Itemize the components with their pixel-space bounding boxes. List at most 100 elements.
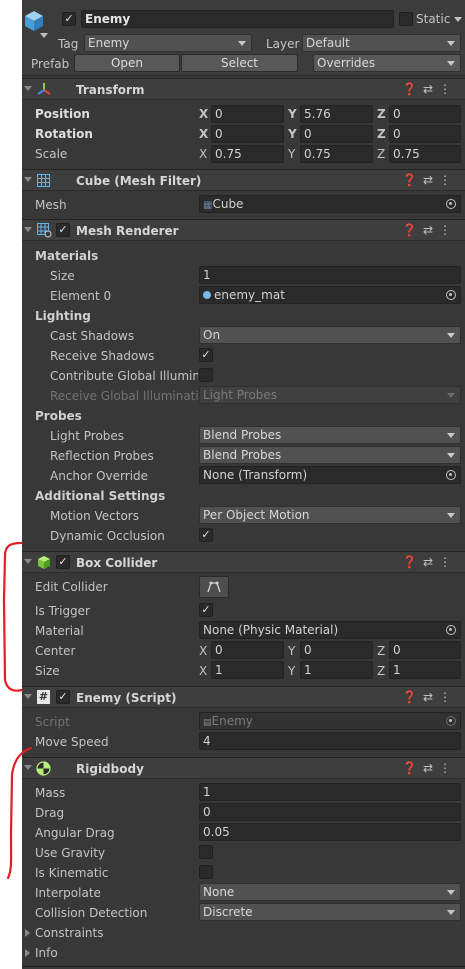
scale-z-input[interactable]: 0.75: [389, 145, 461, 163]
context-menu-icon[interactable]: ⋮: [439, 173, 457, 187]
collision-detection-dropdown[interactable]: Discrete: [199, 903, 461, 921]
center-z-input[interactable]: 0: [389, 641, 461, 659]
component-tools[interactable]: ❓⇄⋮: [402, 82, 457, 96]
mesh-field[interactable]: ▦Cube: [199, 195, 461, 213]
position-label[interactable]: Position: [35, 106, 90, 122]
box-collider-enabled-checkbox[interactable]: ✓: [56, 555, 70, 569]
component-tools[interactable]: ❓⇄⋮: [402, 555, 457, 569]
context-menu-icon[interactable]: ⋮: [439, 223, 457, 237]
position-x-input[interactable]: 0: [211, 105, 284, 123]
scale-x-input[interactable]: 0.75: [211, 145, 284, 163]
enemy-script-header[interactable]: # ✓ Enemy (Script) ❓⇄⋮: [22, 686, 465, 708]
element0-field[interactable]: enemy_mat: [199, 286, 461, 304]
presets-icon[interactable]: ⇄: [423, 761, 439, 775]
context-menu-icon[interactable]: ⋮: [439, 690, 457, 704]
receive-shadows-checkbox[interactable]: ✓: [199, 348, 213, 362]
presets-icon[interactable]: ⇄: [423, 82, 439, 96]
probes-foldout[interactable]: Probes: [35, 408, 82, 424]
angular-drag-input[interactable]: 0.05: [199, 823, 461, 841]
object-name-input[interactable]: Enemy: [81, 10, 394, 28]
constraints-foldout[interactable]: Constraints: [35, 925, 103, 941]
component-tools[interactable]: ❓⇄⋮: [402, 223, 457, 237]
scale-x-label[interactable]: X: [199, 146, 207, 162]
materials-size-input[interactable]: 1: [199, 266, 461, 284]
materials-foldout[interactable]: Materials: [35, 248, 98, 264]
scale-y-label[interactable]: Y: [288, 146, 295, 162]
edit-collider-button[interactable]: [199, 576, 229, 598]
enemy-script-enabled-checkbox[interactable]: ✓: [56, 690, 70, 704]
transform-header[interactable]: Transform ❓⇄⋮: [22, 78, 465, 100]
prefab-overrides-dropdown[interactable]: Overrides: [313, 54, 461, 72]
help-icon[interactable]: ❓: [402, 690, 423, 704]
size-y-input[interactable]: 1: [300, 661, 373, 679]
rotation-y-label[interactable]: Y: [288, 126, 297, 142]
component-tools[interactable]: ❓⇄⋮: [402, 173, 457, 187]
size-y-axis[interactable]: Y: [288, 663, 295, 679]
size-x-input[interactable]: 1: [211, 661, 284, 679]
context-menu-icon[interactable]: ⋮: [439, 82, 457, 96]
presets-icon[interactable]: ⇄: [423, 223, 439, 237]
cast-shadows-dropdown[interactable]: On: [199, 326, 461, 344]
contribute-gi-checkbox[interactable]: [199, 368, 213, 382]
rotation-label[interactable]: Rotation: [35, 126, 93, 142]
component-tools[interactable]: ❓⇄⋮: [402, 690, 457, 704]
object-picker-icon[interactable]: [446, 290, 456, 300]
rotation-z-label[interactable]: Z: [377, 126, 386, 142]
rotation-x-label[interactable]: X: [199, 126, 208, 142]
icon-dropdown-arrow-icon[interactable]: [40, 33, 48, 38]
rotation-z-input[interactable]: 0: [389, 125, 461, 143]
center-y-axis[interactable]: Y: [288, 643, 295, 659]
size-z-input[interactable]: 1: [389, 661, 461, 679]
center-y-input[interactable]: 0: [300, 641, 373, 659]
light-probes-dropdown[interactable]: Blend Probes: [199, 426, 461, 444]
object-picker-icon[interactable]: [446, 199, 456, 209]
presets-icon[interactable]: ⇄: [423, 173, 439, 187]
prefab-select-button[interactable]: Select: [181, 54, 298, 72]
mass-input[interactable]: 1: [199, 783, 461, 801]
motion-vectors-dropdown[interactable]: Per Object Motion: [199, 506, 461, 524]
tag-dropdown[interactable]: Enemy: [84, 34, 252, 52]
reflection-probes-dropdown[interactable]: Blend Probes: [199, 446, 461, 464]
static-label[interactable]: Static: [416, 11, 450, 27]
mesh-filter-header[interactable]: Cube (Mesh Filter) ❓⇄⋮: [22, 169, 465, 191]
static-checkbox[interactable]: [399, 12, 413, 26]
active-checkbox[interactable]: ✓: [62, 12, 76, 26]
dynamic-occlusion-checkbox[interactable]: ✓: [199, 528, 213, 542]
interpolate-dropdown[interactable]: None: [199, 883, 461, 901]
mesh-renderer-enabled-checkbox[interactable]: ✓: [56, 223, 70, 237]
is-trigger-checkbox[interactable]: ✓: [199, 603, 213, 617]
center-x-axis[interactable]: X: [199, 643, 207, 659]
position-x-label[interactable]: X: [199, 106, 208, 122]
lighting-foldout[interactable]: Lighting: [35, 308, 91, 324]
help-icon[interactable]: ❓: [402, 223, 423, 237]
help-icon[interactable]: ❓: [402, 82, 423, 96]
component-tools[interactable]: ❓⇄⋮: [402, 761, 457, 775]
additional-settings-foldout[interactable]: Additional Settings: [35, 488, 165, 504]
mesh-renderer-header[interactable]: ✓ Mesh Renderer ❓⇄⋮: [22, 219, 465, 241]
layer-dropdown[interactable]: Default: [302, 34, 461, 52]
context-menu-icon[interactable]: ⋮: [439, 555, 457, 569]
collider-material-field[interactable]: None (Physic Material): [199, 621, 461, 639]
rotation-x-input[interactable]: 0: [211, 125, 284, 143]
help-icon[interactable]: ❓: [402, 761, 423, 775]
move-speed-input[interactable]: 4: [199, 732, 461, 750]
presets-icon[interactable]: ⇄: [423, 555, 439, 569]
size-x-axis[interactable]: X: [199, 663, 207, 679]
scale-y-input[interactable]: 0.75: [300, 145, 373, 163]
use-gravity-checkbox[interactable]: [199, 845, 213, 859]
static-dropdown-arrow-icon[interactable]: [454, 17, 462, 22]
presets-icon[interactable]: ⇄: [423, 690, 439, 704]
is-kinematic-checkbox[interactable]: [199, 865, 213, 879]
rotation-y-input[interactable]: 0: [300, 125, 373, 143]
center-x-input[interactable]: 0: [211, 641, 284, 659]
size-z-axis[interactable]: Z: [377, 663, 385, 679]
object-picker-icon[interactable]: [446, 625, 456, 635]
position-z-label[interactable]: Z: [377, 106, 386, 122]
box-collider-header[interactable]: ✓ Box Collider ❓⇄⋮: [22, 551, 465, 573]
scale-z-label[interactable]: Z: [377, 146, 385, 162]
help-icon[interactable]: ❓: [402, 173, 423, 187]
position-z-input[interactable]: 0: [389, 105, 461, 123]
drag-input[interactable]: 0: [199, 803, 461, 821]
position-y-label[interactable]: Y: [288, 106, 297, 122]
prefab-open-button[interactable]: Open: [74, 54, 180, 72]
